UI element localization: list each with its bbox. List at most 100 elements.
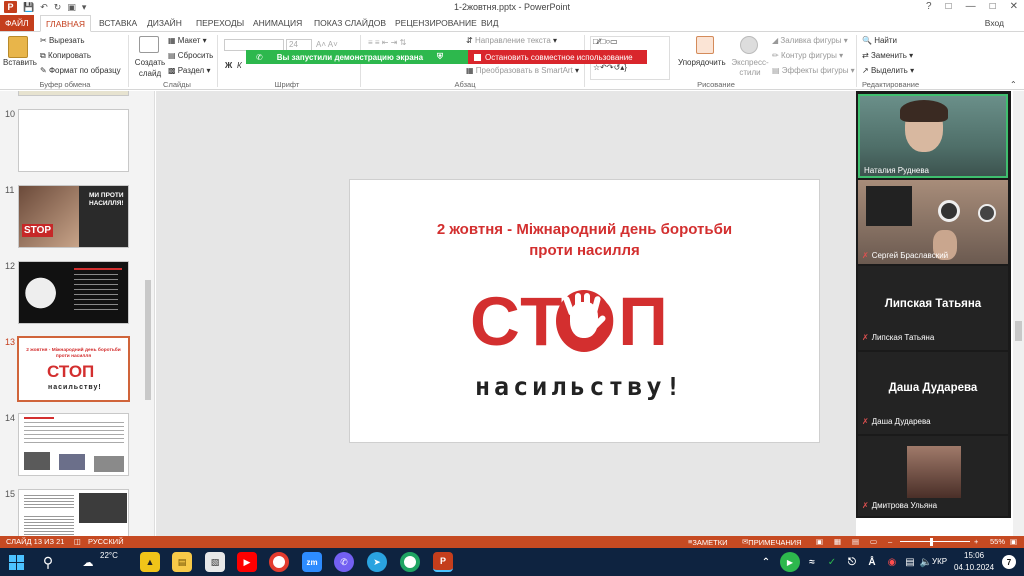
fit-slide-icon[interactable]: ▣ (1010, 537, 1017, 546)
help-button[interactable]: ? (926, 1, 932, 12)
font-grow-icon[interactable]: A˄ A˅ (316, 40, 338, 49)
section-button[interactable]: ▩ Раздел ▾ (168, 66, 210, 75)
chrome-icon[interactable] (269, 552, 289, 572)
comments-button[interactable]: ✉ ПРИМЕЧАНИЯ (742, 537, 802, 547)
slideshow-view-icon[interactable]: ▭ (870, 537, 877, 546)
tab-slideshow[interactable]: ПОКАЗ СЛАЙДОВ (309, 15, 391, 31)
notifications-badge[interactable]: 7 (1002, 555, 1016, 569)
text-direction-button[interactable]: ⇵ Направление текста ▾ (466, 36, 557, 45)
slide-thumbnail-11[interactable]: STOP МИ ПРОТИ НАСИЛЛЯ! (18, 185, 129, 248)
tray-expand-icon[interactable]: ⌃ (756, 552, 776, 572)
tab-animations[interactable]: АНИМАЦИЯ (248, 15, 307, 31)
paste-icon[interactable] (8, 36, 28, 58)
bullets-icon[interactable]: ≡ ≡ ⇤ ⇥ ⇅ (368, 38, 406, 47)
normal-view-icon[interactable]: ▣ (816, 537, 823, 546)
ribbon-display-icon[interactable]: □ (946, 1, 952, 12)
clock-date[interactable]: 04.10.2024 (954, 563, 994, 572)
zoom-slider-handle[interactable] (930, 538, 933, 546)
sign-in-link[interactable]: Вход (985, 18, 1004, 28)
arrange-icon[interactable] (696, 36, 714, 54)
slide-title[interactable]: 2 жовтня - Міжнародний день боротьби про… (350, 219, 819, 261)
weather-icon[interactable]: ☁ (78, 552, 98, 572)
stop-subtitle[interactable]: насильству! (475, 372, 685, 401)
tray-record-icon[interactable]: ◉ (882, 552, 902, 572)
bold-button[interactable]: Ж (225, 61, 232, 70)
weather-temp[interactable]: 22°C (100, 551, 118, 560)
close-button[interactable]: ✕ (1010, 1, 1018, 12)
slide-thumbnail-9[interactable] (18, 91, 129, 96)
zoom-icon[interactable]: zm (302, 552, 322, 572)
quick-styles-icon[interactable] (740, 36, 758, 54)
app-icon[interactable]: ▧ (205, 552, 225, 572)
arrange-button[interactable]: Упорядочить (678, 58, 726, 67)
shape-outline-button[interactable]: ✏ Контур фигуры ▾ (772, 51, 843, 60)
wifi-icon[interactable]: ≈ (802, 552, 822, 572)
slide-sorter-icon[interactable]: ▦ (834, 537, 841, 546)
quick-styles-button[interactable]: Экспресс-стили (728, 58, 772, 78)
paste-button[interactable]: Вставить (3, 58, 37, 67)
zoom-in-button[interactable]: + (974, 537, 978, 546)
app-icon[interactable]: ▲ (140, 552, 160, 572)
minimize-button[interactable]: — (966, 1, 976, 12)
keyboard-language[interactable]: УКР (932, 557, 947, 566)
tab-home[interactable]: ГЛАВНАЯ (40, 15, 91, 32)
new-slide-button[interactable]: Создать слайд (133, 57, 167, 79)
scrollbar-thumb[interactable] (1015, 321, 1022, 341)
tab-file[interactable]: ФАЙЛ (0, 15, 34, 31)
language-indicator[interactable]: РУССКИЙ (88, 537, 124, 546)
search-icon[interactable]: ⚲ (38, 552, 58, 572)
tab-insert[interactable]: ВСТАВКА (94, 15, 142, 31)
select-button[interactable]: ↗ Выделить ▾ (862, 66, 914, 75)
telegram-icon[interactable]: ➤ (367, 552, 387, 572)
clock-time[interactable]: 15:06 (964, 551, 984, 560)
tray-check-icon[interactable]: ✓ (822, 552, 842, 572)
spellcheck-icon[interactable]: ◫ (74, 537, 81, 546)
reading-view-icon[interactable]: ▤ (852, 537, 859, 546)
tab-design[interactable]: ДИЗАЙН (142, 15, 187, 31)
shape-effects-button[interactable]: ▤ Эффекты фигуры ▾ (772, 66, 855, 75)
shape-fill-button[interactable]: ◢ Заливка фигуры ▾ (772, 36, 848, 45)
file-explorer-icon[interactable]: ▤ (172, 552, 192, 572)
replace-button[interactable]: ⇄ Заменить ▾ (862, 51, 913, 60)
participant-tile[interactable]: ✗ Сергей Браславский (858, 180, 1008, 264)
scrollbar-thumb[interactable] (145, 280, 151, 400)
current-slide[interactable]: 2 жовтня - Міжнародний день боротьби про… (349, 179, 820, 443)
notes-button[interactable]: ≡ ЗАМЕТКИ (688, 537, 728, 547)
powerpoint-taskbar-icon[interactable]: P (433, 552, 453, 572)
chrome-icon-2[interactable] (400, 552, 420, 572)
youtube-icon[interactable]: ▶ (237, 552, 257, 572)
stop-sharing-button[interactable]: Остановить совместное использование (468, 50, 647, 64)
participant-tile[interactable]: ✗ Дмитрова Ульяна (858, 436, 1008, 516)
maximize-button[interactable]: □ (990, 1, 996, 12)
editor-scrollbar[interactable] (1013, 91, 1024, 536)
italic-button[interactable]: К (237, 61, 242, 70)
tab-transitions[interactable]: ПЕРЕХОДЫ (191, 15, 249, 31)
participant-tile[interactable]: Наталия Руднева (858, 94, 1008, 178)
find-button[interactable]: 🔍 Найти (862, 36, 897, 45)
zoom-out-button[interactable]: – (888, 537, 892, 546)
viber-icon[interactable]: ✆ (334, 552, 354, 572)
tray-icon[interactable]: ⎋ (842, 552, 862, 572)
windows-start-icon[interactable] (6, 552, 26, 572)
participant-tile[interactable]: Даша Дударева ✗ Даша Дударева (858, 352, 1008, 434)
new-slide-icon[interactable] (139, 36, 159, 53)
slide-thumbnail-13[interactable]: 2 жовтня - Міжнародний день боротьби про… (17, 336, 130, 402)
zoom-level[interactable]: 55% (990, 537, 1005, 546)
slide-thumbnail-12[interactable] (18, 261, 129, 324)
tab-review[interactable]: РЕЦЕНЗИРОВАНИЕ (390, 15, 482, 31)
zoom-slider[interactable] (900, 541, 970, 542)
tray-app-icon[interactable]: ▶ (780, 552, 800, 572)
participant-tile[interactable]: Липская Татьяна ✗ Липская Татьяна (858, 266, 1008, 350)
collapse-ribbon-icon[interactable]: ⌃ (1010, 80, 1017, 89)
reset-button[interactable]: ▤ Сбросить (168, 51, 213, 60)
slide-editor[interactable]: 2 жовтня - Міжнародний день боротьби про… (156, 91, 856, 536)
cut-button[interactable]: ✂ Вырезать (40, 36, 85, 45)
slide-thumbnail-10[interactable] (18, 109, 129, 172)
tab-view[interactable]: ВИД (476, 15, 504, 31)
format-painter-button[interactable]: ✎ Формат по образцу (40, 66, 121, 75)
smartart-button[interactable]: ▦ Преобразовать в SmartArt ▾ (466, 66, 579, 75)
slide-thumbnail-15[interactable] (18, 489, 129, 536)
layout-button[interactable]: ▦ Макет ▾ (168, 36, 207, 45)
copy-button[interactable]: ⧉ Копировать (40, 51, 91, 61)
slide-thumbnail-14[interactable] (18, 413, 129, 476)
